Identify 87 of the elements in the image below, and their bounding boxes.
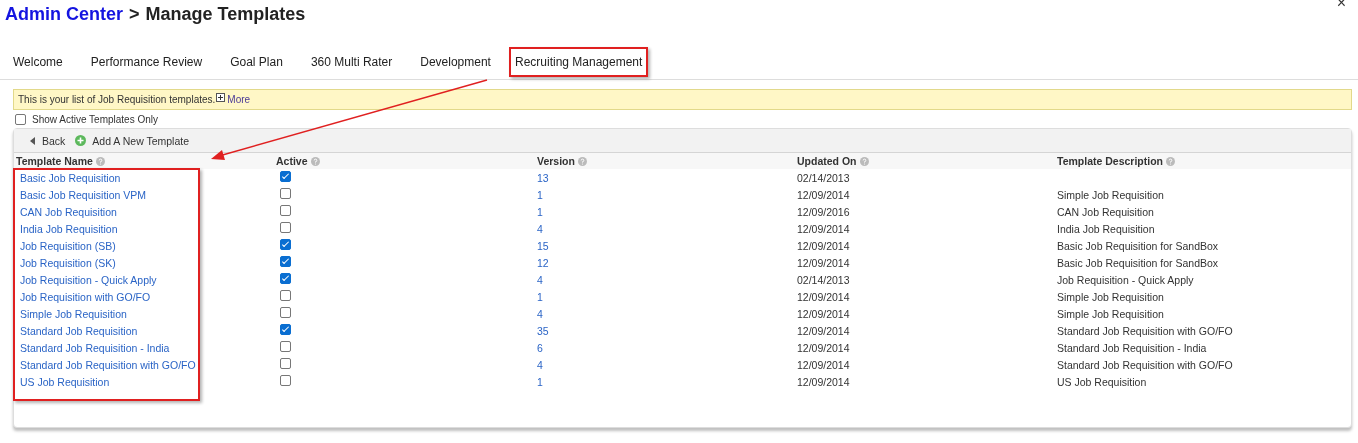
add-icon xyxy=(75,135,87,146)
active-checkbox[interactable] xyxy=(280,341,291,352)
back-button[interactable]: Back xyxy=(30,134,66,147)
table-cell: 12/09/2014 xyxy=(797,222,850,235)
tab[interactable]: 360 Multi Rater xyxy=(300,47,403,77)
checkbox-label: Show Active Templates Only xyxy=(32,113,158,125)
table-cell: 02/14/2013 xyxy=(797,171,850,184)
info-text: This is your list of Job Requisition templates. xyxy=(18,94,216,105)
column-header[interactable]: Updated On xyxy=(797,155,857,167)
version-link[interactable]: 6 xyxy=(537,341,543,354)
expand-icon[interactable] xyxy=(216,93,226,102)
active-checkbox[interactable] xyxy=(280,239,291,250)
tab[interactable]: Performance Review xyxy=(80,47,213,77)
template-link[interactable]: US Job Requisition xyxy=(20,375,110,388)
template-link[interactable]: Standard Job Requisition - India xyxy=(20,341,170,354)
table-cell: Basic Job Requisition for SandBox xyxy=(1057,256,1219,269)
table-cell: Basic Job Requisition for SandBox xyxy=(1057,239,1219,252)
template-link[interactable]: Basic Job Requisition xyxy=(20,171,121,184)
version-link[interactable]: 4 xyxy=(537,222,543,235)
template-link[interactable]: India Job Requisition xyxy=(20,222,118,235)
active-checkbox[interactable] xyxy=(280,171,291,182)
active-checkbox[interactable] xyxy=(280,324,291,335)
tab[interactable]: Development xyxy=(410,47,501,77)
table-cell: 12/09/2014 xyxy=(797,239,850,252)
version-link[interactable]: 15 xyxy=(537,239,549,252)
version-link[interactable]: 1 xyxy=(537,375,543,388)
template-link[interactable]: Job Requisition - Quick Apply xyxy=(20,273,157,286)
tab[interactable]: Welcome xyxy=(3,47,73,77)
active-checkbox[interactable] xyxy=(280,188,291,199)
page-title: Manage Templates xyxy=(145,4,306,25)
table-cell: Simple Job Requisition xyxy=(1057,290,1164,303)
template-link[interactable]: Job Requisition with GO/FO xyxy=(20,290,151,303)
table-cell: 12/09/2014 xyxy=(797,290,850,303)
table-cell: Simple Job Requisition xyxy=(1057,307,1164,320)
template-link[interactable]: Standard Job Requisition xyxy=(20,324,138,337)
add-template-button[interactable]: Add A New Template xyxy=(75,134,190,147)
column-header[interactable]: Template Description xyxy=(1057,155,1163,167)
active-checkbox[interactable] xyxy=(280,256,291,267)
table-cell: 12/09/2014 xyxy=(797,188,850,201)
version-link[interactable]: 1 xyxy=(537,188,543,201)
breadcrumb-link[interactable]: Admin Center xyxy=(5,4,123,25)
template-link[interactable]: Basic Job Requisition VPM xyxy=(20,188,147,201)
table-cell: 12/09/2016 xyxy=(797,205,850,218)
table-cell: 12/09/2014 xyxy=(797,324,850,337)
template-link[interactable]: Simple Job Requisition xyxy=(20,307,127,320)
version-link[interactable]: 4 xyxy=(537,273,543,286)
template-link[interactable]: Standard Job Requisition with GO/FO xyxy=(20,358,196,371)
version-link[interactable]: 12 xyxy=(537,256,549,269)
column-header[interactable]: Version xyxy=(537,155,575,167)
version-link[interactable]: 4 xyxy=(537,358,543,371)
tab[interactable]: Recruiting Management xyxy=(508,47,649,77)
tab[interactable]: Goal Plan xyxy=(220,47,293,77)
template-link[interactable]: CAN Job Requisition xyxy=(20,205,117,218)
active-checkbox[interactable] xyxy=(280,307,291,318)
template-link[interactable]: Job Requisition (SK) xyxy=(20,256,116,269)
table-cell: Standard Job Requisition with GO/FO xyxy=(1057,358,1233,371)
table-cell: US Job Requisition xyxy=(1057,375,1147,388)
version-link[interactable]: 35 xyxy=(537,324,549,337)
table-cell: Job Requisition - Quick Apply xyxy=(1057,273,1194,286)
table-cell: Standard Job Requisition with GO/FO xyxy=(1057,324,1233,337)
table-cell: Simple Job Requisition xyxy=(1057,188,1164,201)
template-link[interactable]: Job Requisition (SB) xyxy=(20,239,116,252)
version-link[interactable]: 13 xyxy=(537,171,549,184)
active-checkbox[interactable] xyxy=(280,205,291,216)
active-checkbox[interactable] xyxy=(280,222,291,233)
table-cell: 12/09/2014 xyxy=(797,358,850,371)
version-link[interactable]: 1 xyxy=(537,205,543,218)
checkbox[interactable] xyxy=(15,113,26,125)
column-header[interactable]: Active xyxy=(276,155,308,167)
table-cell: Standard Job Requisition - India xyxy=(1057,341,1207,354)
version-link[interactable]: 1 xyxy=(537,290,543,303)
table-cell: 12/09/2014 xyxy=(797,341,850,354)
back-icon xyxy=(30,136,36,145)
breadcrumb-separator: > xyxy=(129,4,140,25)
table-cell: 12/09/2014 xyxy=(797,375,850,388)
table-cell: 12/09/2014 xyxy=(797,307,850,320)
active-checkbox[interactable] xyxy=(280,273,291,284)
table-cell: 12/09/2014 xyxy=(797,256,850,269)
active-checkbox[interactable] xyxy=(280,358,291,369)
active-checkbox[interactable] xyxy=(280,290,291,301)
active-checkbox[interactable] xyxy=(280,375,291,386)
version-link[interactable]: 4 xyxy=(537,307,543,320)
more-link[interactable]: More xyxy=(227,94,251,105)
table-cell: 02/14/2013 xyxy=(797,273,850,286)
column-header[interactable]: Template Name xyxy=(16,155,93,167)
table-cell: India Job Requisition xyxy=(1057,222,1155,235)
table-cell: CAN Job Requisition xyxy=(1057,205,1154,218)
